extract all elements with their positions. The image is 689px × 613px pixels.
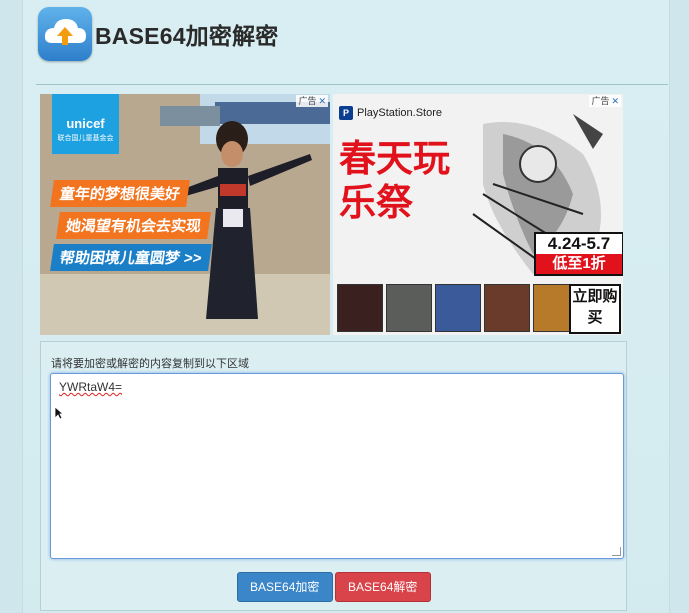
game-cover[interactable]	[484, 284, 530, 332]
ad-tag-left[interactable]: 广告 ✕	[296, 95, 328, 107]
unicef-ad[interactable]: unicef 联合国儿童基金会 童年的梦想很美好 她渴望有机会去实现 帮助困境儿…	[40, 94, 330, 335]
unicef-logo: unicef 联合国儿童基金会	[52, 94, 119, 154]
game-covers	[337, 284, 579, 332]
textarea-value: YWRtaW4=	[59, 380, 123, 394]
sale-discount: 低至1折	[536, 254, 622, 274]
ad-line-3[interactable]: 帮助困境儿童圆梦 >>	[50, 244, 212, 271]
cloud-upload-icon	[38, 7, 92, 61]
ad-label: 广告	[298, 96, 317, 106]
playstation-icon: P	[339, 106, 353, 120]
ad-tag-right[interactable]: 广告 ✕	[589, 95, 621, 107]
base64-decode-button[interactable]: BASE64解密	[335, 572, 431, 602]
header-divider	[36, 84, 668, 85]
base64-form: 请将要加密或解密的内容复制到以下区域 YWRtaW4=	[40, 341, 627, 611]
input-label: 请将要加密或解密的内容复制到以下区域	[51, 358, 249, 370]
ad-line-2: 她渴望有机会去实现	[56, 212, 211, 239]
buy-now-button[interactable]: 立即购买	[569, 284, 621, 334]
close-icon[interactable]: ✕	[318, 96, 326, 106]
playstation-ad[interactable]: P PlayStation.Store 春天玩乐祭 4.24-5.7 低至1折 …	[333, 94, 623, 335]
game-cover[interactable]	[386, 284, 432, 332]
sale-info: 4.24-5.7 低至1折	[534, 232, 623, 276]
base64-textarea[interactable]: YWRtaW4=	[50, 373, 624, 559]
ad-headline: 春天玩乐祭	[339, 136, 450, 224]
game-cover[interactable]	[435, 284, 481, 332]
unicef-brand: unicef	[66, 116, 105, 131]
header: BASE64加密解密	[38, 6, 278, 62]
page-title: BASE64加密解密	[95, 23, 279, 49]
base64-encode-button[interactable]: BASE64加密	[237, 572, 333, 602]
ad-label: 广告	[591, 96, 610, 106]
game-cover[interactable]	[337, 284, 383, 332]
sale-date-range: 4.24-5.7	[547, 234, 611, 253]
unicef-sub: 联合国儿童基金会	[57, 135, 114, 142]
mouse-cursor-icon	[54, 406, 64, 420]
close-icon[interactable]: ✕	[611, 96, 619, 106]
ps-brand: PlayStation.Store	[357, 107, 442, 119]
ad-line-1: 童年的梦想很美好	[50, 180, 190, 207]
playstation-store-logo: P PlayStation.Store	[339, 106, 442, 120]
resize-grip-icon[interactable]	[612, 547, 621, 556]
